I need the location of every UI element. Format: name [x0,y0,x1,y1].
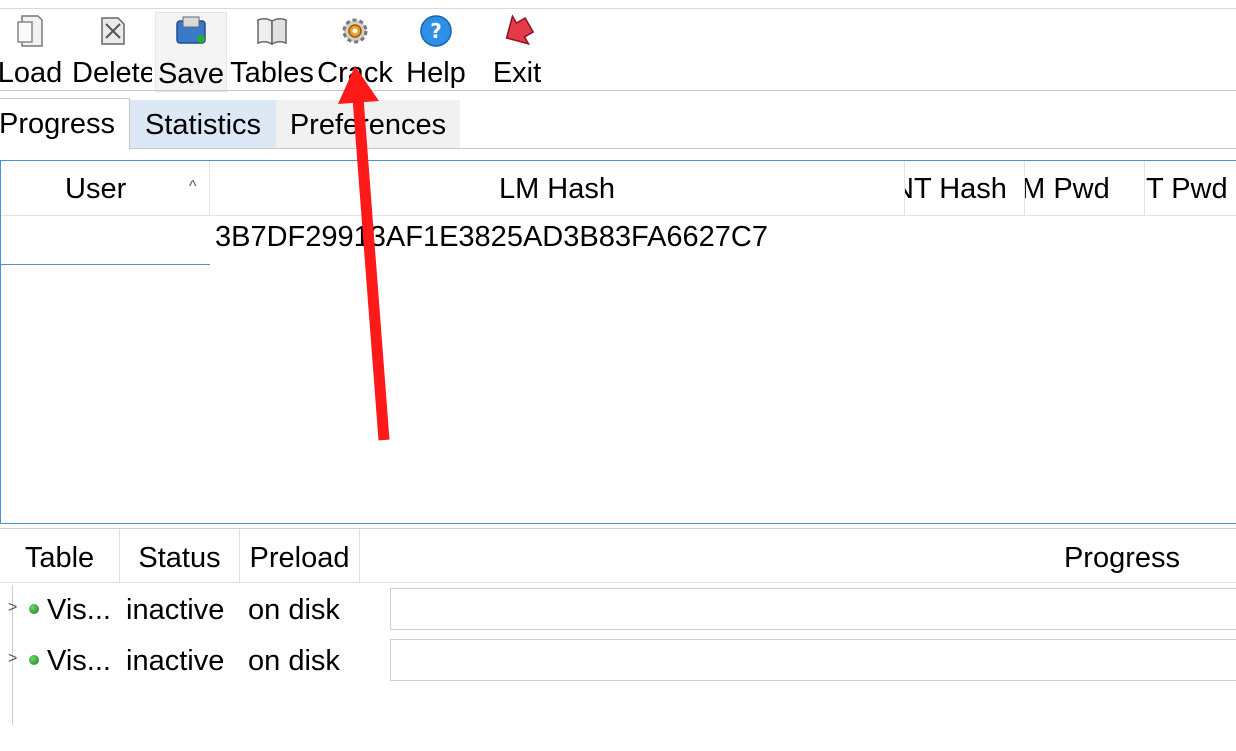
save-icon [176,16,206,44]
help-icon: ? [420,15,452,47]
user-cell-selected[interactable] [1,217,210,265]
crack-button[interactable]: Crack [314,12,396,90]
book-icon [257,17,287,46]
expand-chevron-icon[interactable]: > [8,650,17,668]
column-header-table[interactable]: Table [0,529,120,583]
progress-bar [390,639,1236,681]
load-icon [17,15,43,47]
tables-button[interactable]: Tables [230,12,314,90]
column-header-nt-pwd[interactable]: NT Pwd [1145,161,1236,216]
column-header-progress[interactable]: Progress [360,529,1236,583]
gear-icon [342,18,368,44]
status-dot-icon [29,655,39,665]
column-header-user[interactable]: User ^ [1,161,210,216]
hash-table[interactable]: User ^ LM Hash NT Hash LM Pwd NT Pwd 3B7… [0,160,1236,524]
lm-hash-cell: 3B7DF29913AF1E3825AD3B83FA6627C7 [215,221,768,253]
column-header-lm-hash[interactable]: LM Hash [210,161,905,216]
svg-text:?: ? [430,19,442,43]
delete-icon [101,17,125,45]
tab-separator [0,148,1236,149]
help-button[interactable]: ? Help [398,12,474,90]
expand-chevron-icon[interactable]: > [8,599,17,617]
column-header-lm-pwd[interactable]: LM Pwd [1025,161,1145,216]
list-item[interactable]: > Vis... inactive on disk [0,638,1236,688]
window-top-border [0,8,1236,9]
column-header-status[interactable]: Status [120,529,240,583]
tab-progress[interactable]: Progress [0,98,130,150]
tab-bar: Progress Statistics Preferences [0,98,1236,150]
save-button[interactable]: Save [155,12,227,92]
list-item[interactable]: > Vis... inactive on disk [0,587,1236,637]
column-header-nt-hash[interactable]: NT Hash [905,161,1025,216]
sort-ascending-icon: ^ [189,178,197,195]
table-row[interactable]: 3B7DF29913AF1E3825AD3B83FA6627C7 [1,217,1236,265]
delete-button[interactable]: Delete [72,12,152,90]
tab-preferences[interactable]: Preferences [276,100,460,148]
exit-button[interactable]: Exit [482,12,552,90]
exit-icon [505,14,535,46]
toolbar-separator [0,90,1236,91]
status-dot-icon [29,604,39,614]
rainbow-tables-list[interactable]: Table Status Preload Progress > Vis... i… [0,528,1236,751]
tab-statistics[interactable]: Statistics [130,100,276,148]
progress-bar [390,588,1236,630]
toolbar: Load Delete Save Tables Crack ? Help Exi… [0,10,1236,92]
load-button[interactable]: Load [0,12,68,90]
column-header-preload[interactable]: Preload [240,529,360,583]
